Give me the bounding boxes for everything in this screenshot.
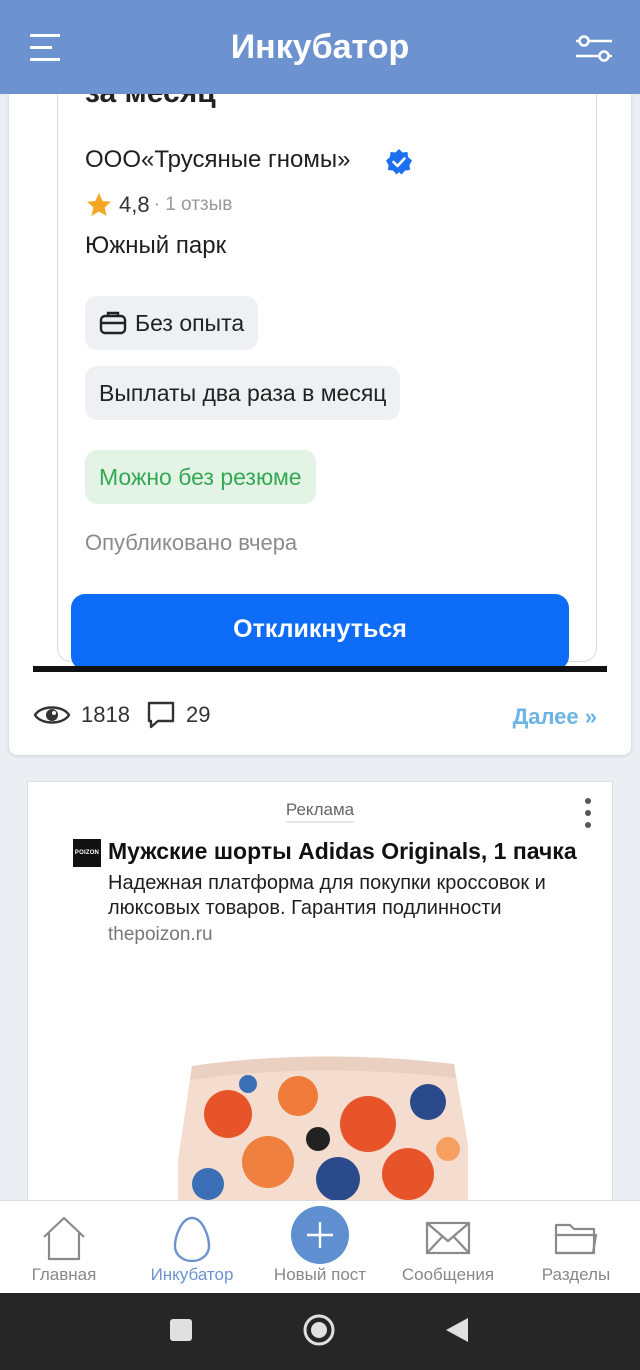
post-image[interactable]: за месяц ООО«Трусяные гномы» 4,8 · 1 отз…: [33, 94, 607, 672]
read-more-link[interactable]: Далее »: [513, 704, 597, 730]
egg-icon: [173, 1216, 211, 1263]
chip-experience-label: Без опыта: [135, 309, 245, 336]
ad-card[interactable]: Реклама POIZON Мужские шорты Adidas Orig…: [27, 781, 613, 1211]
rating-value: 4,8: [119, 192, 150, 217]
ad-label: Реклама: [28, 800, 612, 823]
eye-icon: [33, 706, 71, 724]
plus-icon: [307, 1222, 333, 1248]
published-date: Опубликовано вчера: [85, 530, 298, 555]
chip-no-resume-label: Можно без резюме: [99, 463, 302, 490]
tab-new-post-label: Новый пост: [273, 1265, 367, 1284]
tab-new-post[interactable]: Новый пост: [256, 1201, 384, 1293]
ad-title[interactable]: Мужские шорты Adidas Originals, 1 пачка: [108, 838, 577, 865]
ad-domain[interactable]: thepoizon.ru: [108, 924, 213, 946]
tab-messages[interactable]: Сообщения: [384, 1201, 512, 1293]
home-button-icon[interactable]: [302, 1313, 336, 1347]
chip-experience: Без опыта: [85, 296, 259, 350]
tab-sections-label: Разделы: [541, 1265, 611, 1284]
folder-icon: [554, 1223, 598, 1255]
ad-label-text: Реклама: [285, 800, 355, 823]
image-bottom-border: [33, 666, 607, 672]
ad-description: Надежная платформа для покупки кроссовок…: [108, 872, 546, 919]
star-icon: [87, 193, 111, 216]
home-icon: [43, 1216, 85, 1261]
tab-home-label: Главная: [31, 1265, 97, 1284]
tab-home[interactable]: Главная: [0, 1201, 128, 1293]
location: Южный парк: [85, 232, 227, 259]
tab-messages-label: Сообщения: [401, 1265, 495, 1284]
apply-button-image: Откликнуться: [71, 594, 569, 670]
system-navigation-bar: [0, 1293, 640, 1370]
tab-sections[interactable]: Разделы: [512, 1201, 640, 1293]
more-options-icon[interactable]: [582, 796, 594, 830]
comments-count[interactable]: 29: [186, 702, 210, 728]
back-icon[interactable]: [444, 1316, 470, 1344]
advertiser-logo: POIZON: [73, 839, 101, 867]
tab-incubator-label: Инкубатор: [150, 1265, 234, 1284]
chip-payments-label: Выплаты два раза в месяц: [99, 379, 387, 406]
post-card[interactable]: за месяц ООО«Трусяные гномы» 4,8 · 1 отз…: [9, 94, 631, 755]
comment-icon[interactable]: [146, 700, 176, 730]
vacancy-heading-fragment: за месяц: [85, 94, 216, 110]
new-post-button[interactable]: [291, 1206, 349, 1264]
tab-incubator[interactable]: Инкубатор: [128, 1201, 256, 1293]
recent-apps-icon[interactable]: [169, 1318, 193, 1342]
chip-payments: Выплаты два раза в месяц: [85, 366, 401, 420]
shorts-product-image[interactable]: [178, 1044, 468, 1211]
views-count: 1818: [81, 702, 130, 727]
verified-badge-icon: [386, 149, 412, 175]
post-stats: 1818 29: [33, 694, 226, 736]
chip-no-resume: Можно без резюме: [85, 450, 316, 504]
reviews-count: · 1 отзыв: [153, 194, 233, 215]
app-header: Инкубатор: [0, 0, 640, 94]
envelope-icon: [425, 1221, 471, 1255]
company-name: ООО«Трусяные гномы»: [85, 146, 351, 173]
page-title: Инкубатор: [230, 28, 410, 66]
briefcase-icon: [99, 311, 127, 335]
bottom-tab-bar: Главная Инкубатор Новый пост Сообщения Р…: [0, 1200, 640, 1293]
filter-settings-icon[interactable]: [572, 32, 616, 66]
rating-row: 4,8 · 1 отзыв: [85, 190, 232, 220]
